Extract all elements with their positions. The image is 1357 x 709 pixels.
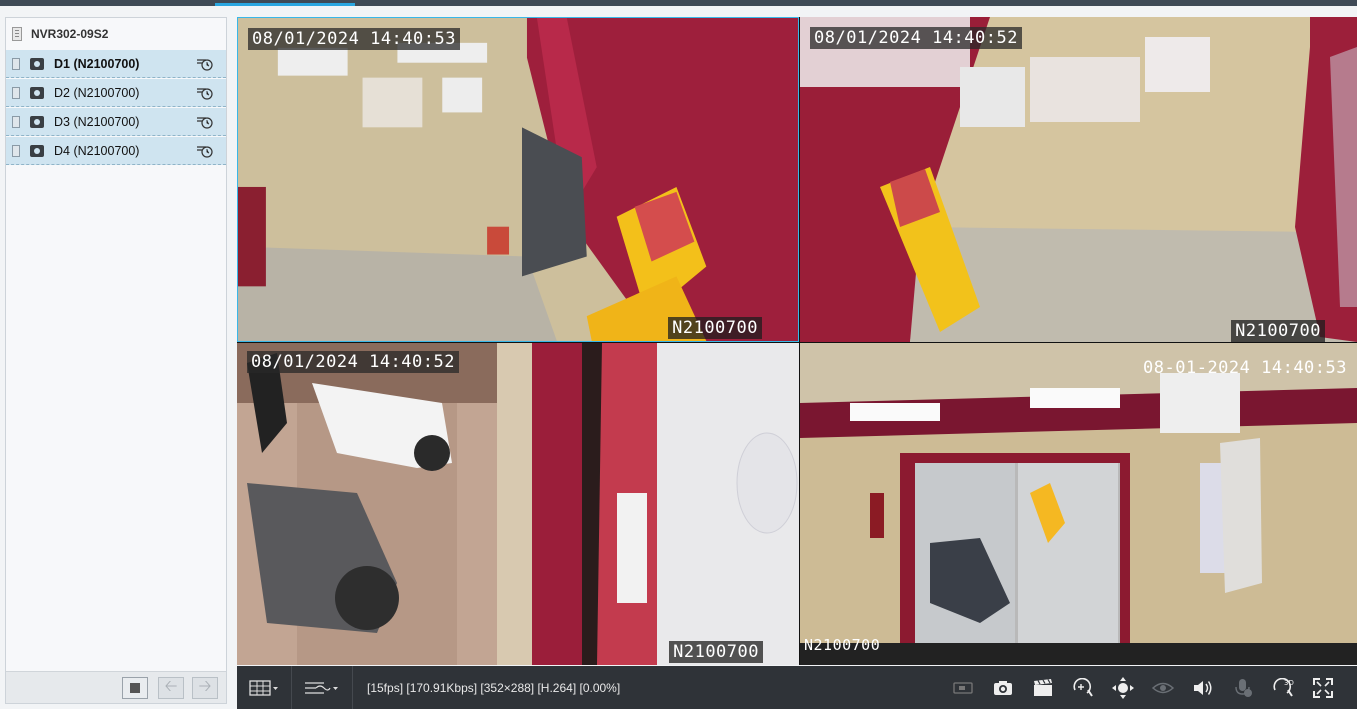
video-tile-3[interactable]: 08/01/2024 14:40:52 N2100700 [237,343,799,665]
stream-dropdown-button[interactable] [292,666,352,709]
osd-camera-name: N2100700 [1231,320,1325,342]
channel-item-d2[interactable]: D2 (N2100700) [6,79,226,107]
3d-zoom-icon: 3D [1273,677,1294,697]
sidebar-footer: 🡠 🡢 [6,671,226,703]
tree-branch-icon [12,86,20,99]
video-frame-1 [238,18,798,341]
stop-icon [130,683,140,693]
svg-text:3D: 3D [1284,679,1294,687]
tree-branch-icon [12,115,20,128]
clip-icon [1034,678,1052,696]
stream-stats-text: [15fps] [170.91Kbps] [352×288] [H.264] [… [367,680,621,695]
video-frame-4 [800,343,1357,665]
channel-label: D2 (N2100700) [54,85,140,100]
clip-button[interactable] [1023,666,1063,709]
osd-camera-name: N2100700 [668,317,762,339]
fisheye-icon [1152,682,1174,693]
arrow-right-icon: 🡢 [198,677,212,695]
top-bar [0,0,1357,6]
video-frame-3 [237,343,799,665]
audio-button[interactable] [1183,666,1223,709]
osd-camera-name: N2100700 [804,636,881,654]
camera-icon [30,115,44,128]
device-tree-panel: NVR302-09S2 D1 (N2100700) D2 (N2100700) … [5,17,227,704]
channel-label: D1 (N2100700) [54,56,140,71]
layout-dropdown-button[interactable] [237,666,291,709]
playback-record-icon[interactable] [196,57,214,71]
stream-icon [305,681,338,694]
playback-record-icon[interactable] [196,144,214,158]
digital-zoom-button[interactable] [1063,666,1103,709]
3d-zoom-button[interactable]: 3D [1263,666,1303,709]
toolbar-separator [352,666,353,709]
fisheye-button[interactable] [1143,666,1183,709]
nvr-device-label: NVR302-09S2 [31,27,109,41]
previous-page-button[interactable]: 🡠 [158,677,184,699]
ptz-control-button[interactable] [1103,666,1143,709]
snapshot-button[interactable] [983,666,1023,709]
next-page-button[interactable]: 🡢 [192,677,218,699]
tree-branch-icon [12,144,20,157]
video-frame-2 [800,17,1357,342]
snapshot-icon [994,680,1012,695]
ptz-icon [1112,676,1134,699]
fullscreen-button[interactable] [1303,666,1343,709]
camera-icon [30,57,44,70]
volume-icon [1194,680,1212,695]
local-record-button[interactable] [943,666,983,709]
stop-all-button[interactable] [122,677,148,699]
live-view-toolbar: [15fps] [170.91Kbps] [352×288] [H.264] [… [237,666,1357,709]
osd-timestamp: 08-01-2024 14:40:53 [1143,358,1347,378]
talk-icon [1235,678,1252,697]
channel-item-d1[interactable]: D1 (N2100700) [6,50,226,78]
video-tile-4[interactable]: 08-01-2024 14:40:53 N2100700 [800,343,1357,665]
osd-timestamp: 08/01/2024 14:40:53 [248,28,460,50]
fullscreen-icon [1313,677,1333,698]
tree-branch-icon [12,57,20,70]
channel-item-d3[interactable]: D3 (N2100700) [6,108,226,136]
digital-zoom-icon [1073,677,1093,697]
two-way-talk-button[interactable] [1223,666,1263,709]
osd-timestamp: 08/01/2024 14:40:52 [810,27,1022,49]
nvr-device-node[interactable]: NVR302-09S2 [6,18,226,50]
channel-label: D3 (N2100700) [54,114,140,129]
channel-item-d4[interactable]: D4 (N2100700) [6,137,226,165]
osd-timestamp: 08/01/2024 14:40:52 [247,351,459,373]
channel-label: D4 (N2100700) [54,143,140,158]
playback-record-icon[interactable] [196,86,214,100]
camera-icon [30,144,44,157]
video-tile-1[interactable]: 08/01/2024 14:40:53 N2100700 [237,17,799,342]
record-clip-icon [953,681,973,694]
nvr-device-icon [12,27,22,41]
active-tab-indicator [215,3,355,6]
layout-grid-icon [249,679,278,696]
right-tool-group: 3D [943,666,1343,709]
arrow-left-icon: 🡠 [164,677,178,695]
playback-record-icon[interactable] [196,115,214,129]
video-tile-2[interactable]: 08/01/2024 14:40:52 N2100700 [800,17,1357,342]
osd-camera-name: N2100700 [669,641,763,663]
live-view-grid: 08/01/2024 14:40:53 N2100700 08/01/2024 … [237,17,1357,665]
camera-icon [30,86,44,99]
